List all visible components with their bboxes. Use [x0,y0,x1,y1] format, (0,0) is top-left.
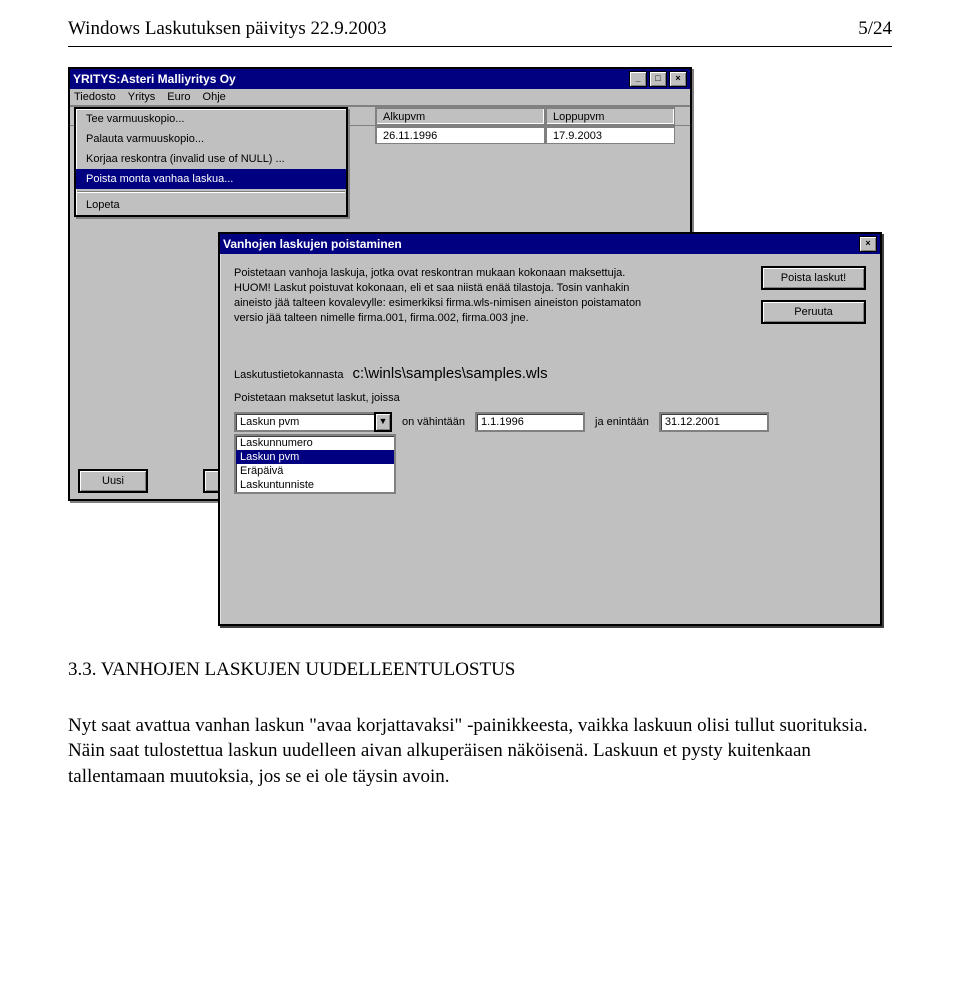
list-item[interactable]: Laskuntunniste [236,478,394,492]
cell-alkupvm: 26.11.1996 [375,126,545,144]
header-rule [68,46,892,47]
header-right: 5/24 [858,18,892,40]
menu-item-quit[interactable]: Lopeta [76,195,346,215]
criteria-combo-value: Laskun pvm [234,412,374,432]
criteria-label: Poistetaan maksetut laskut, joissa [234,392,866,404]
dialog-action-buttons: Poista laskut! Peruuta [761,266,866,324]
database-path: c:\winls\samples\samples.wls [353,365,548,382]
delete-invoices-button[interactable]: Poista laskut! [761,266,866,290]
menu-euro[interactable]: Euro [167,91,190,103]
cell-loppupvm: 17.9.2003 [545,126,675,144]
chevron-down-icon[interactable]: ▼ [374,412,392,432]
menu-ohje[interactable]: Ohje [203,91,226,103]
database-label: Laskutustietokannasta [234,369,343,381]
max-date-field[interactable]: 31.12.2001 [659,412,769,432]
maximize-button[interactable]: □ [649,71,667,87]
menu-item-delete-old[interactable]: Poista monta vanhaa laskua... [76,169,346,189]
document-body: 3.3. VANHOJEN LASKUJEN UUDELLEENTULOSTUS… [68,657,892,790]
menu-item-fix[interactable]: Korjaa reskontra (invalid use of NULL) .… [76,149,346,169]
main-titlebar: YRITYS:Asteri Malliyritys Oy _ □ × [70,69,690,89]
window-controls: _ □ × [629,71,687,87]
tiedosto-dropdown: Tee varmuuskopio... Palauta varmuuskopio… [74,107,348,217]
menu-item-restore[interactable]: Palauta varmuuskopio... [76,129,346,149]
list-item-selected[interactable]: Laskun pvm [236,450,394,464]
cancel-button[interactable]: Peruuta [761,300,866,324]
menubar: Tiedosto Yritys Euro Ohje [70,89,690,106]
criteria-combo[interactable]: Laskun pvm ▼ [234,412,392,432]
menu-item-backup[interactable]: Tee varmuuskopio... [76,109,346,129]
dialog-title: Vanhojen laskujen poistaminen [223,237,402,251]
menu-separator [77,191,345,193]
dialog-titlebar: Vanhojen laskujen poistaminen × [220,234,880,254]
list-item[interactable]: Laskunnumero [236,436,394,450]
section-paragraph: Nyt saat avattua vanhan laskun "avaa kor… [68,713,892,790]
col-header-loppupvm: Loppupvm [545,107,675,125]
screenshot-area: YRITYS:Asteri Malliyritys Oy _ □ × Tiedo… [68,67,888,627]
max-label: ja enintään [595,416,649,428]
close-button[interactable]: × [669,71,687,87]
database-line: Laskutustietokannasta c:\winls\samples\s… [234,365,866,382]
min-date-field[interactable]: 1.1.1996 [475,412,585,432]
dialog-close-button[interactable]: × [859,236,877,252]
dialog-info-text: Poistetaan vanhoja laskuja, jotka ovat r… [234,266,664,325]
section-heading: 3.3. VANHOJEN LASKUJEN UUDELLEENTULOSTUS [68,657,892,683]
minimize-button[interactable]: _ [629,71,647,87]
main-title: YRITYS:Asteri Malliyritys Oy [73,72,236,86]
min-label: on vähintään [402,416,465,428]
delete-dialog: Vanhojen laskujen poistaminen × Poisteta… [218,232,882,626]
header-left: Windows Laskutuksen päivitys 22.9.2003 [68,18,387,40]
list-item[interactable]: Eräpäivä [236,464,394,478]
uusi-button[interactable]: Uusi [78,469,148,493]
col-header-alkupvm: Alkupvm [375,107,545,125]
page-header: Windows Laskutuksen päivitys 22.9.2003 5… [0,0,960,44]
menu-tiedosto[interactable]: Tiedosto [74,91,116,103]
criteria-listbox[interactable]: Laskunnumero Laskun pvm Eräpäivä Laskunt… [234,434,396,494]
menu-yritys[interactable]: Yritys [128,91,156,103]
criteria-row: Laskun pvm ▼ on vähintään 1.1.1996 ja en… [234,412,866,432]
